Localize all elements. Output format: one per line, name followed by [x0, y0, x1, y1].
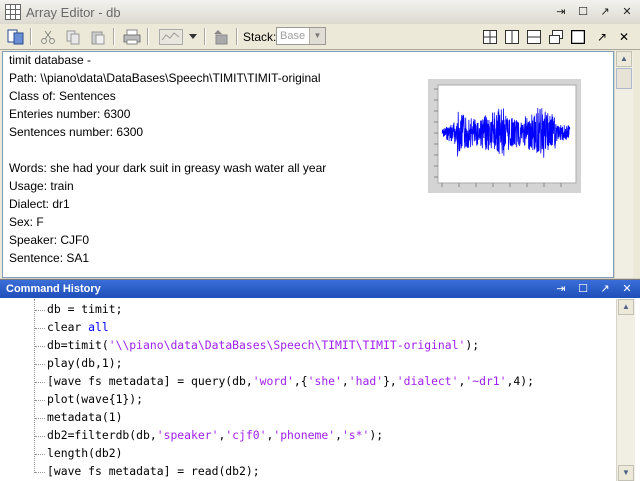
scroll-thumb[interactable]	[616, 68, 632, 89]
history-entry[interactable]: [wave fs metadata] = query(db,'word',{'s…	[47, 374, 534, 388]
array-editor-window: Array Editor - db ⇥ ☐ ↗ ✕ Stack: Base ▼ …	[0, 0, 640, 278]
editor-line: Enteries number: 6300	[9, 107, 131, 121]
array-editor-content[interactable]: timit database - Path: \\piano\data\DataB…	[2, 51, 614, 278]
plot-dropdown-arrow-icon[interactable]	[186, 27, 200, 46]
history-scrollbar[interactable]: ▲ ▼	[616, 299, 635, 481]
editor-line: Path: \\piano\data\DataBases\Speech\TIMI…	[9, 71, 321, 85]
left-right-layout-icon[interactable]	[502, 27, 522, 46]
command-history-list[interactable]: db = timit; clear all db=timit('\\piano\da…	[2, 299, 616, 481]
editor-line: Words: she had your dark suit in greasy …	[9, 161, 327, 175]
stack-up-icon[interactable]	[211, 27, 231, 46]
history-entry[interactable]: plot(wave{1});	[47, 392, 143, 406]
command-history-window: Command History ⇥ ☐ ↗ ✕ db = timit; clear…	[0, 279, 640, 481]
close-icon[interactable]: ✕	[618, 4, 636, 20]
history-entry[interactable]: db = timit;	[47, 302, 122, 316]
history-entry[interactable]: play(db,1);	[47, 356, 122, 370]
copy-icon[interactable]	[63, 27, 83, 46]
close-icon[interactable]: ✕	[614, 27, 634, 46]
editor-toolbar: Stack: Base ▼ ↗ ✕	[0, 24, 640, 50]
maximize-icon[interactable]: ☐	[574, 281, 592, 297]
top-bottom-layout-icon[interactable]	[524, 27, 544, 46]
history-entry[interactable]: [wave fs metadata] = read(db2);	[47, 464, 260, 478]
editor-line: Sentences number: 6300	[9, 125, 144, 139]
dock-arrow-icon[interactable]: ↗	[592, 27, 612, 46]
scroll-down-icon[interactable]: ▼	[618, 465, 634, 481]
maximize-layout-icon[interactable]	[568, 27, 588, 46]
stack-select[interactable]: Base ▼	[276, 27, 326, 45]
history-entry[interactable]: clear all	[47, 320, 109, 334]
command-history-titlebar[interactable]: Command History ⇥ ☐ ↗ ✕	[0, 280, 640, 298]
scroll-up-icon[interactable]: ▲	[618, 299, 634, 315]
array-editor-titlebar[interactable]: Array Editor - db ⇥ ☐ ↗ ✕	[0, 0, 640, 25]
print-icon[interactable]	[122, 27, 142, 46]
editor-line: Sentence: SA1	[9, 251, 90, 265]
maximize-icon[interactable]: ☐	[574, 4, 592, 20]
history-entry[interactable]: length(db2)	[47, 446, 122, 460]
editor-line: timit database -	[9, 53, 92, 67]
editor-line: Speaker: CJF0	[9, 233, 90, 247]
chevron-down-icon: ▼	[309, 28, 325, 44]
dock-arrow-icon[interactable]: ↗	[596, 4, 614, 20]
editor-scrollbar[interactable]: ▲	[614, 51, 633, 278]
stack-label: Stack:	[243, 30, 277, 44]
editor-line: Sex: F	[9, 215, 44, 229]
editor-line: Dialect: dr1	[9, 197, 70, 211]
editor-line: Class of: Sentences	[9, 89, 116, 103]
history-entry[interactable]: db=timit('\\piano\data\DataBases\Speech\…	[47, 338, 479, 352]
paste-icon[interactable]	[88, 27, 108, 46]
editor-line: Usage: train	[9, 179, 74, 193]
dock-arrow-icon[interactable]: ↗	[596, 281, 614, 297]
undock-icon[interactable]: ⇥	[552, 281, 570, 297]
window-title: Array Editor - db	[26, 4, 121, 20]
plot-selection-icon[interactable]	[158, 27, 184, 46]
waveform-plot	[428, 79, 581, 193]
array-editor-icon	[5, 4, 21, 20]
scroll-up-icon[interactable]: ▲	[616, 51, 632, 67]
float-layout-icon[interactable]	[546, 27, 566, 46]
history-entry[interactable]: db2=filterdb(db,'speaker','cjf0','phonem…	[47, 428, 383, 442]
stack-select-value: Base	[280, 30, 306, 42]
history-entry[interactable]: metadata(1)	[47, 410, 122, 424]
command-history-title: Command History	[6, 283, 101, 295]
import-data-icon[interactable]	[6, 27, 26, 46]
tile-layout-icon[interactable]	[480, 27, 500, 46]
close-icon[interactable]: ✕	[618, 281, 636, 297]
undock-icon[interactable]: ⇥	[552, 4, 570, 20]
cut-icon[interactable]	[38, 27, 58, 46]
